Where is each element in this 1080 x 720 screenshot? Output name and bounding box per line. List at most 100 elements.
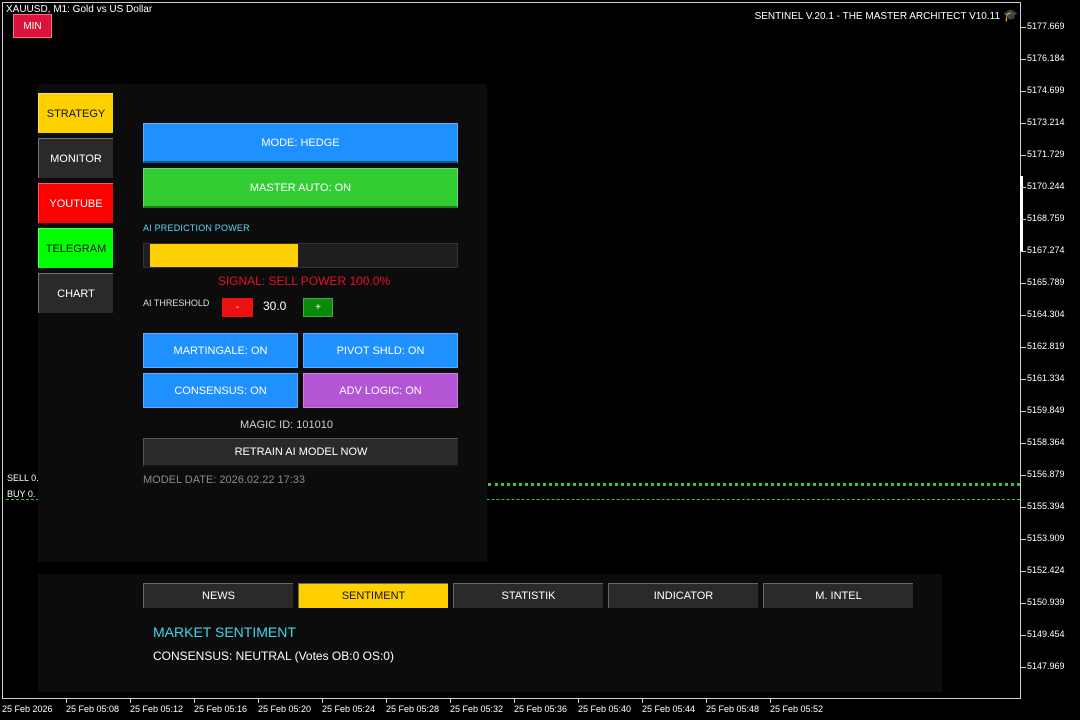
time-tick — [258, 699, 259, 703]
price-tick — [1021, 27, 1026, 28]
time-label: 25 Feb 05:12 — [130, 704, 184, 714]
price-tick — [1021, 123, 1026, 124]
sell-line-label: SELL 0. — [7, 473, 39, 483]
price-label: 5159.849 — [1027, 405, 1065, 415]
buy-line-label: BUY 0. — [7, 489, 36, 499]
price-label: 5161.334 — [1027, 373, 1065, 383]
tab-indicator[interactable]: INDICATOR — [608, 583, 758, 608]
time-tick — [66, 699, 67, 703]
consensus-toggle[interactable]: CONSENSUS: ON — [143, 373, 298, 408]
tab-news[interactable]: NEWS — [143, 583, 293, 608]
magic-id: MAGIC ID: 101010 — [240, 419, 333, 431]
price-label: 5173.214 — [1027, 117, 1065, 127]
price-tick — [1021, 475, 1026, 476]
price-label: 5147.969 — [1027, 661, 1065, 671]
tab-m-intel[interactable]: M. INTEL — [763, 583, 913, 608]
price-label: 5156.879 — [1027, 469, 1065, 479]
consensus-text: CONSENSUS: NEUTRAL (Votes OB:0 OS:0) — [153, 649, 394, 663]
sidebar-item-telegram[interactable]: TELEGRAM — [38, 228, 113, 268]
time-tick — [450, 699, 451, 703]
model-date: MODEL DATE: 2026.02.22 17:33 — [143, 474, 306, 486]
price-tick — [1021, 507, 1026, 508]
threshold-increase-button[interactable]: + — [303, 298, 333, 317]
price-tick — [1021, 379, 1026, 380]
time-tick — [194, 699, 195, 703]
threshold-value: 30.0 — [263, 299, 287, 313]
price-tick — [1021, 443, 1026, 444]
price-tick — [1021, 667, 1026, 668]
price-axis-scroll-marker — [1020, 176, 1023, 251]
price-label: 5171.729 — [1027, 149, 1065, 159]
time-tick — [642, 699, 643, 703]
time-label: 25 Feb 05:32 — [450, 704, 504, 714]
pivot-shield-toggle[interactable]: PIVOT SHLD: ON — [303, 333, 458, 368]
time-tick — [578, 699, 579, 703]
martingale-toggle[interactable]: MARTINGALE: ON — [143, 333, 298, 368]
master-auto-button[interactable]: MASTER AUTO: ON — [143, 168, 458, 208]
time-label: 25 Feb 05:08 — [66, 704, 120, 714]
price-tick — [1021, 411, 1026, 412]
threshold-decrease-button[interactable]: - — [222, 298, 253, 317]
price-label: 5177.669 — [1027, 21, 1065, 31]
time-label: 25 Feb 05:40 — [578, 704, 632, 714]
price-label: 5164.304 — [1027, 309, 1065, 319]
price-label: 5174.699 — [1027, 85, 1065, 95]
price-label: 5165.789 — [1027, 277, 1065, 287]
ea-title-text: SENTINEL V.20.1 - THE MASTER ARCHITECT V… — [754, 11, 1001, 22]
sell-order-line[interactable] — [488, 483, 1020, 486]
price-tick — [1021, 539, 1026, 540]
adv-logic-toggle[interactable]: ADV LOGIC: ON — [303, 373, 458, 408]
sidebar-item-youtube[interactable]: YOUTUBE — [38, 183, 113, 223]
time-tick — [514, 699, 515, 703]
sidebar-item-strategy[interactable]: STRATEGY — [38, 93, 113, 133]
time-label: 25 Feb 05:20 — [258, 704, 312, 714]
ea-title: SENTINEL V.20.1 - THE MASTER ARCHITECT V… — [755, 8, 1018, 22]
tab-sentiment[interactable]: SENTIMENT — [298, 583, 448, 608]
ai-power-bar-fill — [150, 244, 298, 267]
price-label: 5168.759 — [1027, 213, 1065, 223]
threshold-label: AI THRESHOLD — [143, 298, 210, 308]
price-label: 5155.394 — [1027, 501, 1065, 511]
price-label: 5170.244 — [1027, 181, 1065, 191]
price-label: 5152.424 — [1027, 565, 1065, 575]
price-label: 5176.184 — [1027, 53, 1065, 63]
price-label: 5167.274 — [1027, 245, 1065, 255]
price-tick — [1021, 635, 1026, 636]
time-label: 25 Feb 05:16 — [194, 704, 248, 714]
time-label: 25 Feb 2026 — [2, 704, 53, 714]
price-tick — [1021, 59, 1026, 60]
price-label: 5162.819 — [1027, 341, 1065, 351]
price-tick — [1021, 155, 1026, 156]
price-tick — [1021, 91, 1026, 92]
time-tick — [706, 699, 707, 703]
sidebar-item-chart[interactable]: CHART — [38, 273, 113, 313]
time-tick — [322, 699, 323, 703]
time-label: 25 Feb 05:48 — [706, 704, 760, 714]
price-tick — [1021, 315, 1026, 316]
time-label: 25 Feb 05:52 — [770, 704, 824, 714]
price-tick — [1021, 283, 1026, 284]
time-tick — [386, 699, 387, 703]
section-title: MARKET SENTIMENT — [153, 624, 296, 640]
price-label: 5150.939 — [1027, 597, 1065, 607]
time-label: 25 Feb 05:28 — [386, 704, 440, 714]
time-tick — [770, 699, 771, 703]
price-label: 5149.454 — [1027, 629, 1065, 639]
minimize-button[interactable]: MIN — [13, 14, 52, 38]
price-tick — [1021, 347, 1026, 348]
graduation-cap-icon: 🎓 — [1003, 8, 1018, 22]
price-tick — [1021, 571, 1026, 572]
price-tick — [1021, 251, 1026, 252]
tab-statistik[interactable]: STATISTIK — [453, 583, 603, 608]
time-tick — [130, 699, 131, 703]
time-label: 25 Feb 05:24 — [322, 704, 376, 714]
price-tick — [1021, 603, 1026, 604]
time-label: 25 Feb 05:44 — [642, 704, 696, 714]
mode-button[interactable]: MODE: HEDGE — [143, 123, 458, 163]
price-label: 5153.909 — [1027, 533, 1065, 543]
ai-power-label: AI PREDICTION POWER — [143, 223, 250, 233]
price-label: 5158.364 — [1027, 437, 1065, 447]
retrain-model-button[interactable]: RETRAIN AI MODEL NOW — [143, 438, 458, 467]
signal-text: SIGNAL: SELL POWER 100.0% — [217, 274, 391, 288]
sidebar-item-monitor[interactable]: MONITOR — [38, 138, 113, 178]
